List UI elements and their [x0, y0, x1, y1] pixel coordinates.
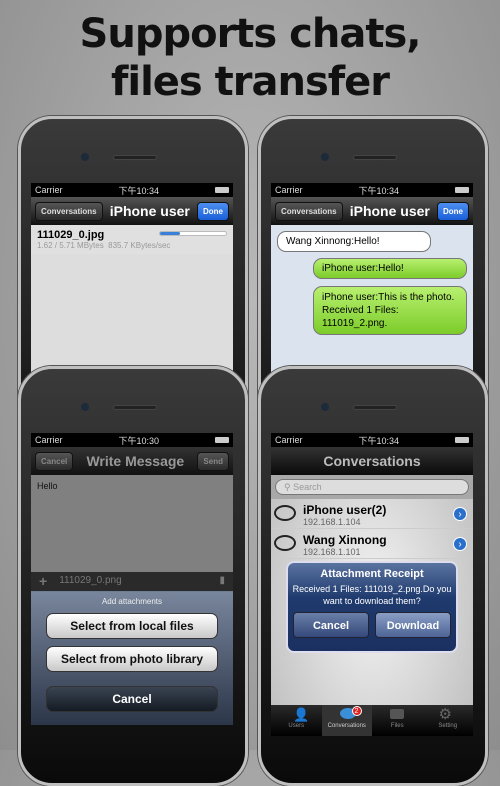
phone-write-message: Carrier 下午10:30 Cancel Write Message Send H… — [18, 366, 248, 786]
nav-bar: Conversations iPhone user Done — [31, 197, 233, 225]
speaker — [113, 155, 157, 160]
alert-dialog: Attachment Receipt Received 1 Files: 111… — [286, 561, 458, 653]
search-icon: ⚲ — [284, 482, 294, 492]
message-outgoing: iPhone user:Hello! — [313, 258, 467, 279]
select-photo-library-button[interactable]: Select from photo library — [46, 646, 218, 672]
send-button[interactable]: Send — [197, 451, 229, 471]
speaker — [353, 405, 397, 410]
chat-bubble-icon — [274, 505, 296, 521]
camera — [321, 403, 329, 411]
message-outgoing: iPhone user:This is the photo. Received … — [313, 286, 467, 335]
message-incoming: Wang Xinnong:Hello! — [277, 231, 431, 252]
message-body[interactable]: Hello — [31, 475, 233, 572]
users-icon: 👤 — [293, 707, 310, 722]
folder-icon — [390, 709, 404, 719]
disclosure-icon[interactable]: › — [453, 507, 467, 521]
status-bar: Carrier 下午10:34 — [31, 183, 233, 197]
camera — [81, 153, 89, 161]
battery-icon — [454, 187, 469, 193]
progress-bar — [159, 231, 227, 236]
alert-cancel-button[interactable]: Cancel — [293, 612, 369, 638]
nav-bar: Conversations iPhone user Done — [271, 197, 473, 225]
battery-icon — [454, 437, 469, 443]
badge: 2 — [351, 706, 362, 716]
done-button[interactable]: Done — [197, 201, 229, 221]
nav-bar: Cancel Write Message Send — [31, 447, 233, 475]
download-button[interactable]: Download — [375, 612, 451, 638]
headline: Supports chats, files transfer — [79, 11, 422, 105]
battery-icon — [214, 437, 229, 443]
tab-users[interactable]: 👤 Users — [271, 705, 322, 736]
done-button[interactable]: Done — [437, 201, 469, 221]
gear-icon: ⚙ — [438, 706, 452, 723]
cancel-button[interactable]: Cancel — [35, 451, 74, 471]
add-icon[interactable]: + — [39, 574, 47, 589]
status-bar: Carrier 下午10:34 — [271, 433, 473, 447]
search-input[interactable]: ⚲ Search — [275, 479, 469, 495]
back-button[interactable]: Conversations — [35, 201, 103, 221]
tab-conversations[interactable]: 2 Conversations — [321, 705, 372, 736]
status-bar: Carrier 下午10:30 — [31, 433, 233, 447]
speaker — [113, 405, 157, 410]
tab-bar: 👤 Users 2 Conversations Files ⚙ Setting — [271, 705, 473, 736]
speaker — [353, 155, 397, 160]
select-local-files-button[interactable]: Select from local files — [46, 613, 218, 639]
action-sheet: Add attachments Select from local files … — [31, 591, 233, 725]
conversation-row[interactable]: Wang Xinnong 192.168.1.101 › — [271, 529, 473, 559]
nav-bar: Conversations — [271, 447, 473, 475]
cancel-sheet-button[interactable]: Cancel — [46, 686, 218, 712]
tab-setting[interactable]: ⚙ Setting — [423, 705, 474, 736]
disclosure-icon[interactable]: › — [453, 537, 467, 551]
camera — [81, 403, 89, 411]
transfer-row: 111029_0.jpg 1.62 / 5.71 MBytes 835.7 KB… — [31, 225, 233, 254]
tab-files[interactable]: Files — [372, 705, 423, 736]
chat-bubble-icon — [274, 535, 296, 551]
camera — [321, 153, 329, 161]
attachment-bar: +111029_0.png ▮ — [31, 572, 233, 592]
conversation-row[interactable]: iPhone user(2) 192.168.1.104 › — [271, 499, 473, 529]
phone-conversations: Carrier 下午10:34 Conversations ⚲ Search iP… — [258, 366, 488, 786]
status-bar: Carrier 下午10:34 — [271, 183, 473, 197]
trash-icon[interactable]: ▮ — [219, 575, 225, 589]
back-button[interactable]: Conversations — [275, 201, 343, 221]
battery-icon — [214, 187, 229, 193]
